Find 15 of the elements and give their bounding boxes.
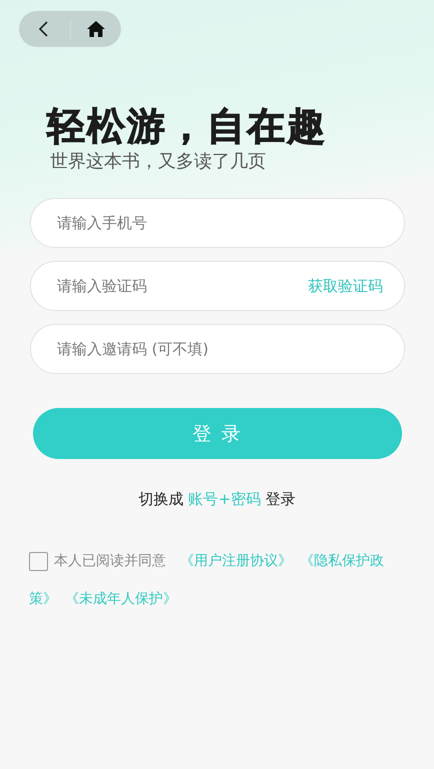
home-icon (86, 20, 106, 38)
policy-link[interactable]: 策》 (29, 589, 57, 609)
headline: 轻松游，自在趣 (47, 103, 328, 150)
switch-login-text: 切换成 账号+密码 登录 (137, 489, 297, 509)
subtitle: 世界这本书，又多读了几页 (50, 150, 267, 174)
input-field[interactable]: 请输入手机号 (30, 198, 405, 248)
policy-link[interactable]: 《隐私保护政 (300, 551, 384, 571)
agreement-label: 本人已阅读并同意 (54, 552, 166, 571)
login-button[interactable]: 登 录 (33, 408, 402, 459)
get-code-link[interactable]: 获取验证码 (308, 276, 383, 296)
agreement-checkbox[interactable] (29, 552, 48, 570)
policy-link[interactable]: 《用户注册协议》 (180, 551, 292, 571)
account-password-link[interactable]: 账号+密码 (188, 490, 261, 508)
input-field[interactable]: 请输入邀请码 (可不填) (30, 324, 405, 374)
policy-link[interactable]: 《未成年人保护》 (65, 589, 177, 609)
